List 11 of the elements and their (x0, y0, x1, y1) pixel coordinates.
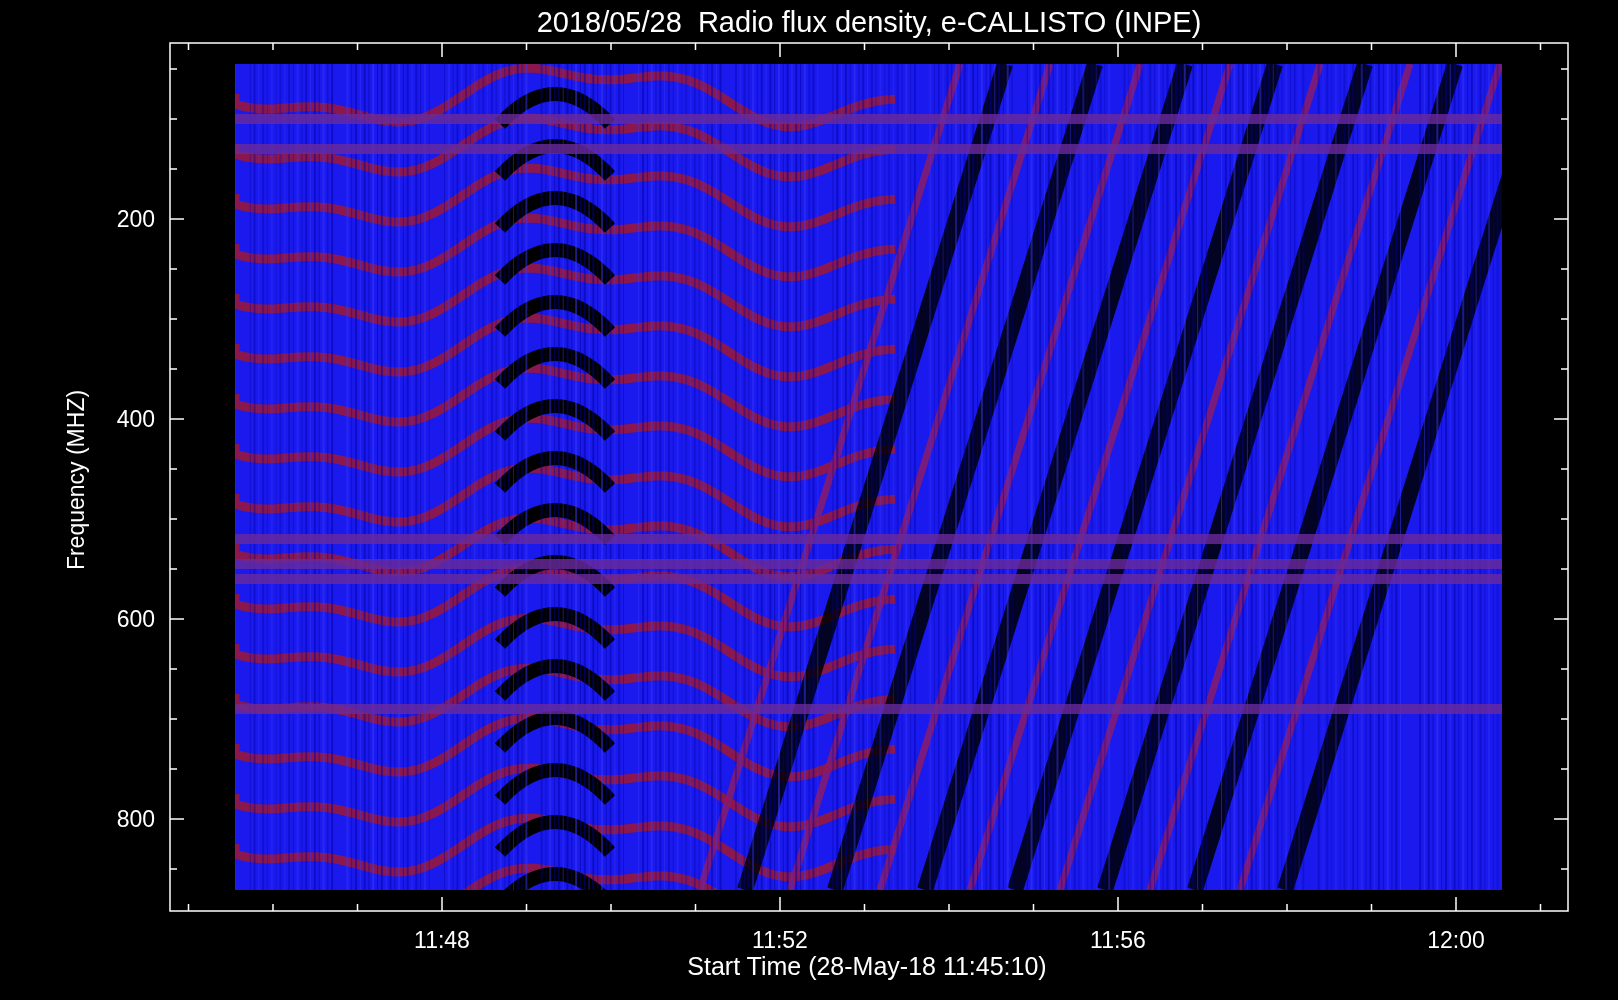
chart-title: 2018/05/28 Radio flux density, e-CALLISTO (INPE) (536, 5, 1202, 40)
x-tick-label: 11:52 (752, 927, 808, 953)
y-tick-label: 800 (116, 806, 155, 832)
x-tick-label: 11:56 (1090, 927, 1146, 953)
x-tick-label: 11:48 (414, 927, 470, 953)
x-tick-label: 12:00 (1427, 927, 1485, 953)
y-tick-label: 200 (116, 206, 155, 232)
x-axis-label: Start Time (28-May-18 11:45:10) (687, 952, 1047, 980)
y-tick-label: 400 (116, 406, 155, 432)
y-tick-label: 600 (116, 606, 155, 632)
y-axis-label: Frequency (MHZ) (63, 389, 89, 571)
